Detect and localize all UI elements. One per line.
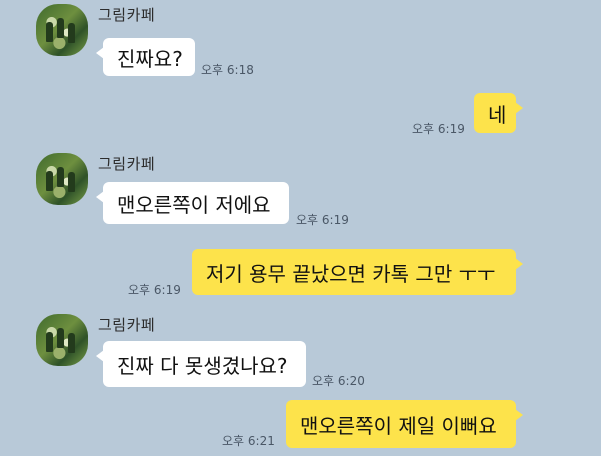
avatar[interactable] <box>36 4 88 56</box>
avatar-figure <box>46 332 53 352</box>
message-bubble-outgoing[interactable]: 저기 용무 끝났으면 카톡 그만 ㅜㅜ <box>192 249 523 295</box>
avatar-figure <box>68 333 75 353</box>
message-bubble-incoming[interactable]: 진짜요? <box>96 38 195 76</box>
avatar[interactable] <box>36 153 88 205</box>
message-bubble-outgoing[interactable]: 네 <box>474 93 523 133</box>
avatar-figure <box>68 172 75 192</box>
message-time: 오후 6:20 <box>312 374 365 388</box>
sender-name: 그림카페 <box>98 316 156 334</box>
message-bubble-incoming[interactable]: 맨오른쪽이 저에요 <box>96 182 289 224</box>
sender-name: 그림카페 <box>98 155 156 173</box>
avatar-figure <box>57 328 64 348</box>
message-time: 오후 6:18 <box>201 63 254 77</box>
message-time: 오후 6:19 <box>412 122 465 136</box>
avatar-figure <box>68 23 75 43</box>
avatar-figure <box>57 167 64 187</box>
avatar[interactable] <box>36 314 88 366</box>
message-bubble-outgoing[interactable]: 맨오른쪽이 제일 이뻐요 <box>286 400 523 448</box>
chat-area[interactable]: 그림카페 진짜요? 오후 6:18 오후 6:19 네 그림카페 맨오른쪽이 저… <box>0 0 601 456</box>
avatar-figure <box>46 171 53 191</box>
message-time: 오후 6:19 <box>296 213 349 227</box>
sender-name: 그림카페 <box>98 6 156 24</box>
avatar-figure <box>57 18 64 38</box>
message-bubble-incoming[interactable]: 진짜 다 못생겼나요? <box>96 341 306 387</box>
avatar-figure <box>46 22 53 42</box>
message-time: 오후 6:19 <box>128 283 181 297</box>
message-time: 오후 6:21 <box>222 434 275 448</box>
